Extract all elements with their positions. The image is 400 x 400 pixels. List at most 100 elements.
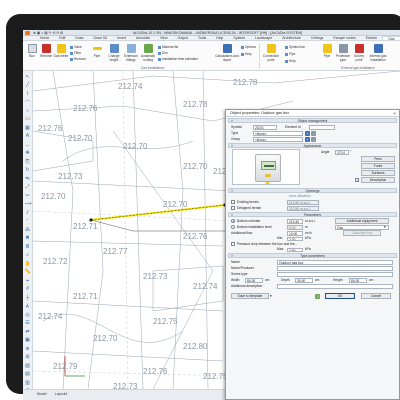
additional-description-field[interactable] xyxy=(277,283,393,289)
array-icon[interactable]: ⁂ xyxy=(25,227,31,233)
material-list-button[interactable]: Material list xyxy=(158,45,178,49)
chevron-down-icon[interactable]: ▾ xyxy=(270,293,272,299)
text-icon[interactable]: A xyxy=(25,133,31,139)
help-small-button[interactable]: Help xyxy=(285,59,296,63)
ortho-icon[interactable]: ┼ xyxy=(25,295,31,301)
filter-button[interactable]: Filter xyxy=(70,51,81,55)
tab-output[interactable]: Output xyxy=(172,36,193,40)
symbol-bar-button[interactable]: Symbol bar xyxy=(285,45,305,49)
section-appearance[interactable]: ˄ Appearance xyxy=(228,143,397,148)
tab-architecture[interactable]: Architecture xyxy=(277,36,306,40)
close-icon[interactable]: × xyxy=(393,110,396,117)
name-producer-field[interactable] xyxy=(277,265,393,271)
pipe-small-button[interactable]: Pipe xyxy=(285,52,295,56)
cancel-button[interactable]: Cancel xyxy=(361,293,391,299)
xref-icon[interactable]: ⊞ xyxy=(25,354,31,360)
symbol-field[interactable]: ZS2/1 xyxy=(253,124,277,130)
survey-point-button[interactable]: Survey point xyxy=(351,43,367,63)
insert-icon[interactable]: ⊕ xyxy=(25,346,31,352)
save-to-template-button[interactable]: Save to template xyxy=(231,293,269,299)
existing-terrain-checkbox[interactable] xyxy=(231,200,235,204)
edit-type-button[interactable]: … xyxy=(311,130,316,136)
internal-gas-button[interactable]: Internal gas installation xyxy=(367,43,389,63)
app-logo-icon[interactable] xyxy=(25,31,30,35)
fillet-icon[interactable]: ◜ xyxy=(25,218,31,224)
tab-draw-3d[interactable]: Draw 3D xyxy=(89,36,113,40)
bottom-level-field[interactable]: 0.00 xyxy=(287,224,303,230)
pipe-button[interactable]: Pipe xyxy=(89,43,105,63)
measure-icon[interactable]: 📏 xyxy=(25,269,31,275)
hatch-icon[interactable]: ▦ xyxy=(25,125,31,131)
bottom-level-radio[interactable] xyxy=(231,225,235,229)
max-pressure-field[interactable]: 2.50 xyxy=(287,247,303,252)
fonts-button[interactable]: Fonts xyxy=(361,163,395,169)
osnap-icon[interactable]: ◎ xyxy=(25,312,31,318)
snap-icon[interactable]: ⌖ xyxy=(25,278,31,284)
extension-fittings-button[interactable]: Extension fittings xyxy=(123,43,139,63)
tab-landscape[interactable]: Landscape xyxy=(250,36,277,40)
gas-meter-button[interactable]: Gas meter xyxy=(53,43,69,63)
pan-icon[interactable]: ✋ xyxy=(25,261,31,267)
edit-group-button[interactable]: … xyxy=(311,136,316,142)
scale-icon[interactable]: ⤢ xyxy=(25,184,31,190)
tab-insert[interactable]: Insert xyxy=(112,36,131,40)
layout-tab[interactable]: Layout1 xyxy=(55,392,67,396)
gas-select[interactable]: Gas xyxy=(335,224,389,230)
erase-icon[interactable]: ✖ xyxy=(25,235,31,241)
reducer-button[interactable]: Reducer xyxy=(70,57,86,61)
add-group-button[interactable]: + xyxy=(305,136,310,142)
cursor-icon[interactable]: ↖ xyxy=(25,74,31,80)
circle-icon[interactable]: ○ xyxy=(25,108,31,114)
line-icon[interactable]: ╱ xyxy=(25,82,31,88)
tab-system[interactable]: System xyxy=(228,36,250,40)
tab-help[interactable]: Help xyxy=(211,36,228,40)
ok-button[interactable]: OK xyxy=(325,293,355,299)
dimension-icon[interactable]: ↔ xyxy=(25,142,31,148)
height-field[interactable]: 80.00 xyxy=(349,277,367,283)
polyline-icon[interactable]: ⌇ xyxy=(25,91,31,97)
tab-view[interactable]: View xyxy=(155,36,173,40)
options-button[interactable]: Options xyxy=(241,45,256,49)
offset-icon[interactable]: ⫽ xyxy=(25,210,31,216)
depth-field[interactable]: 30.00 xyxy=(295,277,313,283)
angle-field[interactable]: 270.0 xyxy=(335,149,349,155)
polar-icon[interactable]: ∡ xyxy=(25,303,31,309)
bottom-ordinate-field[interactable]: 213.40 xyxy=(287,218,303,224)
trim-icon[interactable]: ✂ xyxy=(25,193,31,199)
rotate-icon[interactable]: ↻ xyxy=(25,167,31,173)
designed-terrain-checkbox[interactable] xyxy=(231,206,235,210)
properties-icon[interactable]: ☰ xyxy=(25,320,31,326)
rectangle-icon[interactable]: ▭ xyxy=(25,116,31,122)
zoom-icon[interactable]: ⌕ xyxy=(25,252,31,258)
automatic-routing-button[interactable]: Automatic routing xyxy=(140,43,156,63)
layer-icon[interactable]: ≣ xyxy=(25,244,31,250)
bottom-ordinate-radio[interactable] xyxy=(231,219,235,223)
protective-pipe-button[interactable]: Protective pipe xyxy=(335,43,351,63)
designed-terrain-field[interactable]: 212.50 m a.s.l. xyxy=(287,205,319,211)
external-pipe-button[interactable]: Pipe xyxy=(319,43,335,63)
time-estimator-button[interactable]: Installation time estimator xyxy=(158,57,198,61)
field-icon[interactable]: ▥ xyxy=(25,380,31,386)
mirror-icon[interactable]: ⇋ xyxy=(25,176,31,182)
valve-button[interactable]: Valve xyxy=(70,45,82,49)
extend-icon[interactable]: ⟶ xyxy=(25,201,32,207)
group-select[interactable]: <None> xyxy=(253,136,303,142)
tab-draw[interactable]: Draw xyxy=(70,36,88,40)
tab-tools[interactable]: Tools xyxy=(193,36,211,40)
description-button[interactable]: Description xyxy=(361,177,395,183)
arc-icon[interactable]: ◠ xyxy=(25,99,31,105)
series-field[interactable] xyxy=(277,271,393,277)
pressure-drop-checkbox[interactable] xyxy=(231,242,235,246)
existing-terrain-field[interactable]: 212.50 m a.s.l. xyxy=(287,199,319,205)
tab-edit[interactable]: Edit xyxy=(54,36,70,40)
additional-flow-field[interactable]: 10.00 xyxy=(287,230,303,236)
block-icon[interactable]: ▣ xyxy=(25,337,31,343)
match-icon[interactable]: ⇄ xyxy=(25,329,31,335)
surfaces-button[interactable]: Surfaces xyxy=(361,170,395,176)
calculations-button[interactable]: Calculations and report xyxy=(215,43,239,63)
tab-annotate[interactable]: Annotate xyxy=(131,36,155,40)
copy-icon[interactable]: ⎘ xyxy=(25,159,31,165)
tab-home[interactable]: Home xyxy=(35,36,54,40)
tab-escape-routes[interactable]: Escape routes xyxy=(328,36,360,40)
grid-icon[interactable]: # xyxy=(25,286,31,292)
